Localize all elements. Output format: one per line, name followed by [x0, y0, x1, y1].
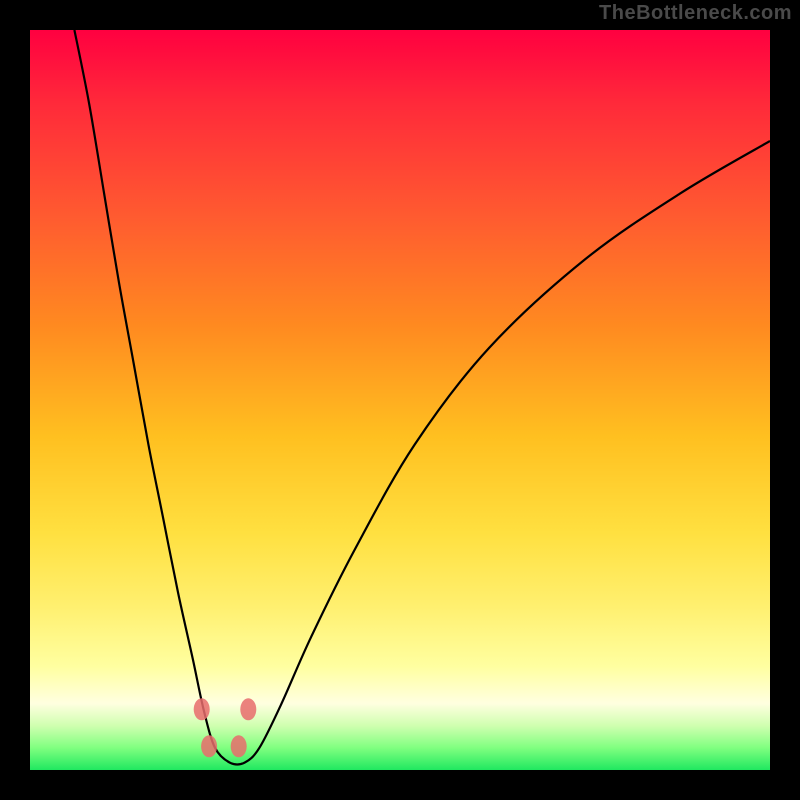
gradient-background: [30, 30, 770, 770]
chart-frame: TheBottleneck.com: [0, 0, 800, 800]
credit-text: TheBottleneck.com: [599, 2, 792, 25]
plot-area: [30, 30, 770, 770]
